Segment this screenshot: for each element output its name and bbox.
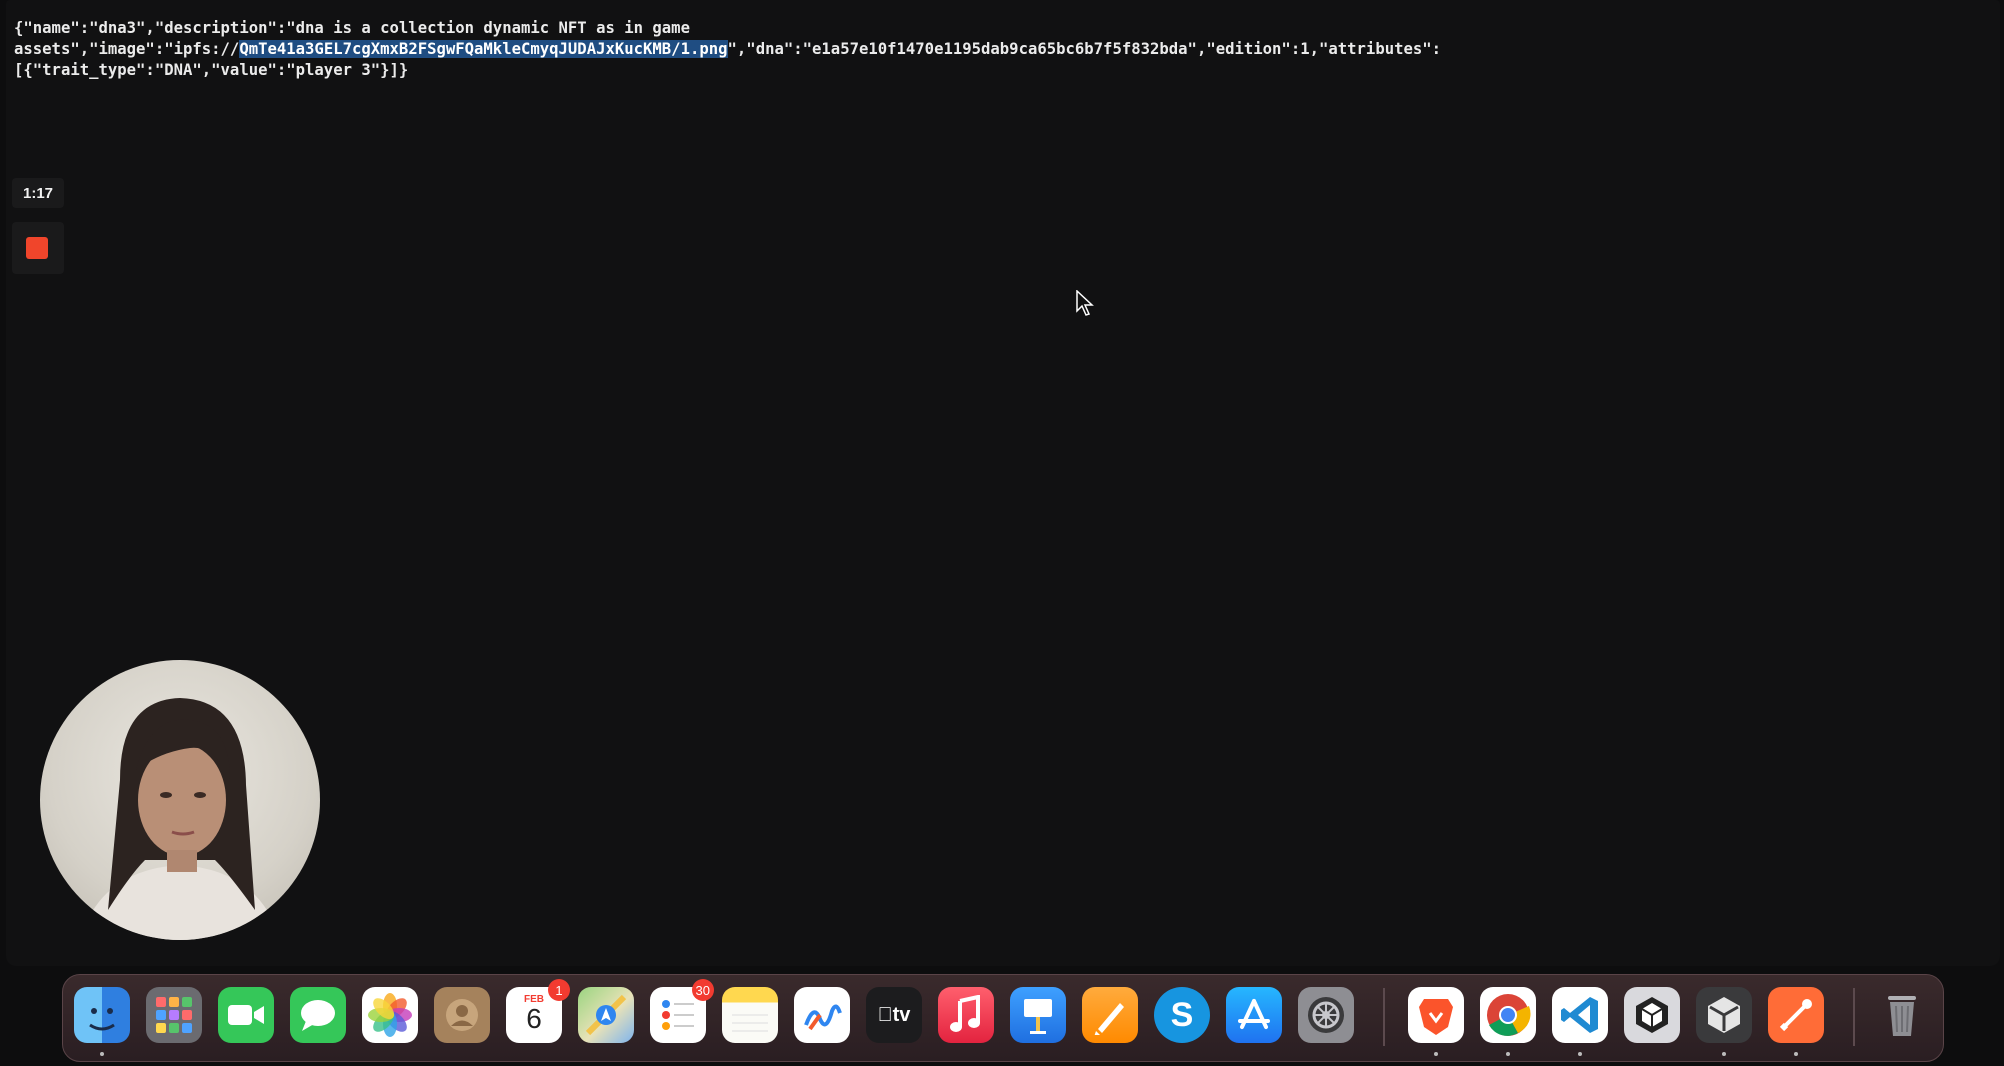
- unity-running-dot: [1722, 1052, 1726, 1056]
- finder-icon[interactable]: [74, 987, 130, 1043]
- json-line-3: [{"trait_type":"DNA","value":"player 3"}…: [14, 61, 409, 79]
- postman-icon[interactable]: [1768, 987, 1824, 1043]
- json-line-1: {"name":"dna3","description":"dna is a c…: [14, 19, 690, 37]
- mouse-cursor-icon: [1076, 290, 1094, 316]
- reminders-icon[interactable]: 30: [650, 979, 714, 1043]
- vscode-running-dot: [1578, 1052, 1582, 1056]
- skype-icon[interactable]: S: [1154, 987, 1210, 1043]
- json-output[interactable]: {"name":"dna3","description":"dna is a c…: [14, 18, 1974, 81]
- contacts-icon[interactable]: [434, 987, 490, 1043]
- chrome-icon[interactable]: [1480, 987, 1536, 1043]
- brave-running-dot: [1434, 1052, 1438, 1056]
- unity-icon[interactable]: [1696, 987, 1752, 1043]
- photos-icon[interactable]: [362, 987, 418, 1043]
- launchpad-icon[interactable]: [146, 987, 202, 1043]
- reminders-badge: 30: [691, 979, 714, 1001]
- stop-icon: [26, 237, 48, 259]
- postman-running-dot: [1794, 1052, 1798, 1056]
- skype-label: S: [1170, 995, 1194, 1034]
- calendar-icon[interactable]: FEB 6 1: [506, 979, 570, 1043]
- json-line-2-pre: assets","image":"ipfs://: [14, 40, 240, 58]
- dock: FEB 6 1 30 tv S: [62, 974, 1944, 1062]
- brave-icon[interactable]: [1408, 987, 1464, 1043]
- keynote-icon[interactable]: [1010, 987, 1066, 1043]
- webcam-overlay: [40, 660, 320, 940]
- calendar-badge: 1: [548, 979, 570, 1001]
- vscode-icon[interactable]: [1552, 987, 1608, 1043]
- selected-ipfs-hash[interactable]: QmTe41a3GEL7cgXmxB2FSgwFQaMkleCmyqJUDAJx…: [239, 40, 728, 58]
- music-icon[interactable]: [938, 987, 994, 1043]
- dock-separator: [1383, 988, 1385, 1046]
- dock-separator-trash: [1853, 988, 1855, 1046]
- person-image: [80, 698, 280, 940]
- calendar-day: 6: [526, 1002, 542, 1034]
- app-store-icon[interactable]: [1226, 987, 1282, 1043]
- chrome-running-dot: [1506, 1052, 1510, 1056]
- pages-icon[interactable]: [1082, 987, 1138, 1043]
- facetime-icon[interactable]: [218, 987, 274, 1043]
- stop-recording-button[interactable]: [12, 222, 64, 274]
- unity-hub-icon[interactable]: [1624, 987, 1680, 1043]
- terminal-window: {"name":"dna3","description":"dna is a c…: [6, 0, 2000, 966]
- finder-running-dot: [100, 1052, 104, 1056]
- system-settings-icon[interactable]: [1298, 987, 1354, 1043]
- notes-icon[interactable]: [722, 987, 778, 1043]
- json-line-2-post: ","dna":"e1a57e10f1470e1195dab9ca65bc6b7…: [727, 40, 1442, 58]
- tv-label: tv: [885, 1003, 911, 1026]
- maps-icon[interactable]: [578, 987, 634, 1043]
- messages-icon[interactable]: [290, 987, 346, 1043]
- freeform-icon[interactable]: [794, 987, 850, 1043]
- trash-icon[interactable]: [1874, 987, 1930, 1043]
- recording-timer: 1:17: [12, 178, 64, 208]
- apple-tv-icon[interactable]: tv: [866, 987, 922, 1043]
